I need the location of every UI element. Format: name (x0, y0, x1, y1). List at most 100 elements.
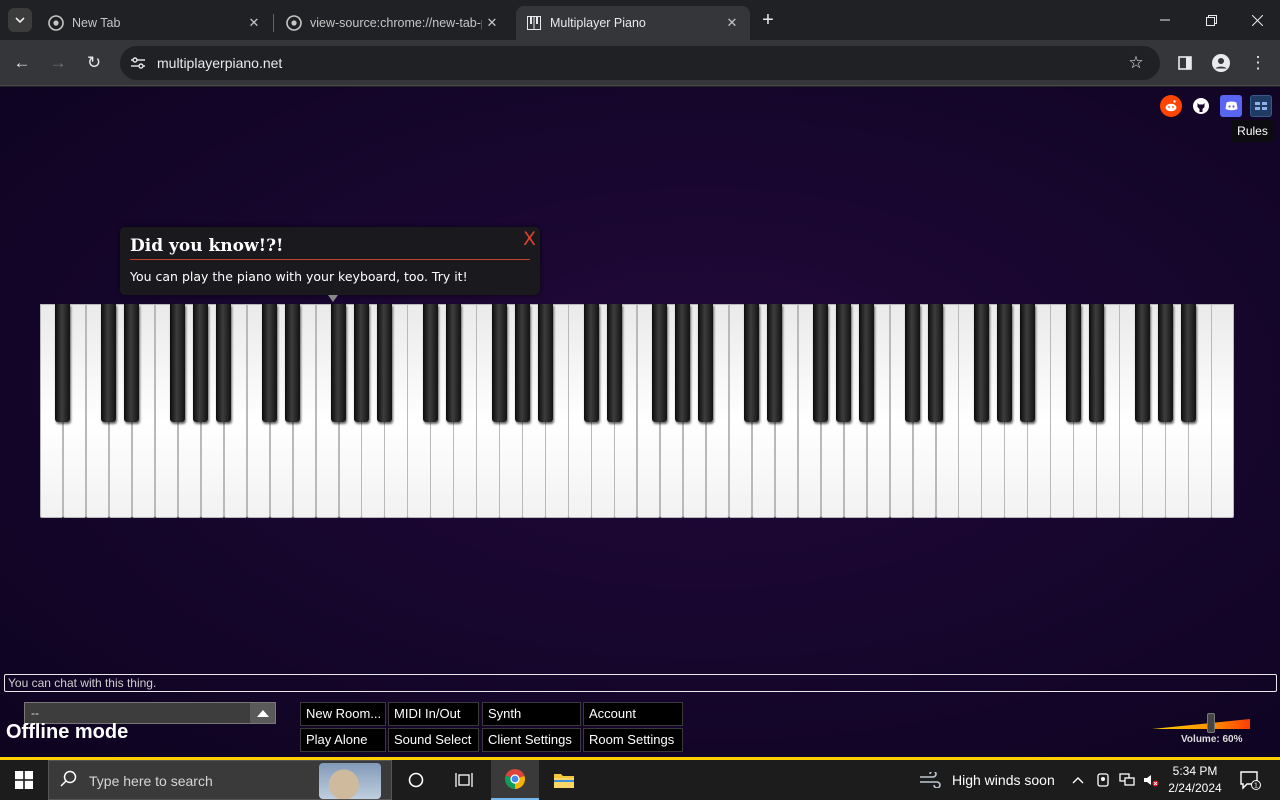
notification-icon[interactable]: 1 (1232, 760, 1268, 800)
black-key[interactable] (1180, 304, 1196, 422)
browser-toolbar: ← → ↻ multiplayerpiano.net ☆ ⋮ (0, 40, 1280, 86)
tab-new-tab[interactable]: New Tab ✕ (38, 6, 272, 40)
midi-button[interactable]: MIDI In/Out (388, 702, 479, 726)
white-key[interactable] (1211, 304, 1235, 518)
tab-close-icon[interactable]: ✕ (722, 13, 742, 33)
back-icon[interactable]: ← (8, 49, 36, 77)
black-key[interactable] (1088, 304, 1104, 422)
rules-button[interactable]: Rules (1231, 120, 1274, 142)
room-settings-button[interactable]: Room Settings (583, 728, 683, 752)
black-key[interactable] (767, 304, 783, 422)
reload-icon[interactable]: ↻ (80, 49, 108, 77)
tab-title: Multiplayer Piano (550, 16, 646, 30)
volume-muted-icon[interactable] (1140, 760, 1162, 800)
forward-icon[interactable]: → (44, 49, 72, 77)
black-key[interactable] (1134, 304, 1150, 422)
tab-multiplayer-piano[interactable]: Multiplayer Piano ✕ (516, 6, 750, 40)
black-key[interactable] (262, 304, 278, 422)
black-key[interactable] (928, 304, 943, 422)
meet-now-icon[interactable] (1092, 760, 1114, 800)
black-key[interactable] (216, 304, 232, 422)
black-key[interactable] (353, 304, 369, 422)
network-icon[interactable] (1115, 760, 1139, 800)
black-key[interactable] (1065, 304, 1081, 422)
task-view-icon[interactable] (440, 760, 488, 800)
black-key[interactable] (698, 304, 714, 422)
new-tab-button[interactable]: + (756, 8, 780, 32)
black-key[interactable] (675, 304, 691, 422)
tooltip-close-button[interactable]: X (523, 228, 536, 250)
bookmark-star-icon[interactable]: ☆ (1124, 51, 1148, 75)
tab-strip: New Tab ✕ view-source:chrome://new-tab-p… (0, 0, 1280, 40)
tab-close-icon[interactable]: ✕ (244, 13, 264, 33)
forum-icon[interactable] (1250, 95, 1272, 117)
file-explorer-icon[interactable] (540, 760, 588, 800)
black-key[interactable] (652, 304, 668, 422)
black-key[interactable] (422, 304, 438, 422)
cortana-icon[interactable] (392, 760, 440, 800)
black-key[interactable] (331, 304, 346, 422)
weather-wind-icon[interactable] (908, 760, 952, 800)
black-key[interactable] (1019, 304, 1035, 422)
weather-text[interactable]: High winds soon (952, 772, 1055, 788)
profile-icon[interactable] (1207, 49, 1235, 77)
side-panel-icon[interactable] (1171, 49, 1199, 77)
black-key[interactable] (859, 304, 875, 422)
menu-kebab-icon[interactable]: ⋮ (1244, 49, 1272, 77)
show-hidden-icons-chevron-up-icon[interactable] (1066, 760, 1090, 800)
volume-label: Volume: 60% (1181, 734, 1243, 745)
black-key[interactable] (744, 304, 760, 422)
black-key[interactable] (583, 304, 599, 422)
chevron-down-icon (15, 17, 25, 23)
black-key[interactable] (606, 304, 622, 422)
black-key[interactable] (193, 304, 209, 422)
chrome-taskbar-icon[interactable] (491, 760, 539, 800)
black-key[interactable] (55, 304, 71, 422)
close-window-icon[interactable] (1234, 0, 1280, 40)
new-room-button[interactable]: New Room... (300, 702, 386, 726)
play-alone-button[interactable]: Play Alone (300, 728, 386, 752)
black-key[interactable] (537, 304, 553, 422)
black-key[interactable] (124, 304, 140, 422)
black-key[interactable] (905, 304, 921, 422)
black-key[interactable] (285, 304, 301, 422)
black-key[interactable] (1157, 304, 1173, 422)
black-key[interactable] (836, 304, 852, 422)
tab-search-button[interactable] (8, 8, 32, 32)
volume-knob[interactable] (1206, 713, 1215, 733)
restore-icon[interactable] (1188, 0, 1234, 40)
site-info-icon[interactable] (128, 53, 148, 73)
black-key[interactable] (170, 304, 186, 422)
black-key[interactable] (813, 304, 829, 422)
discord-icon[interactable] (1220, 95, 1242, 117)
black-key[interactable] (445, 304, 461, 422)
black-key[interactable] (101, 304, 117, 422)
windows-taskbar: Type here to search High winds soon 5:34… (0, 760, 1280, 800)
reddit-icon[interactable] (1160, 95, 1182, 117)
chat-input[interactable]: You can chat with this thing. (4, 674, 1277, 692)
search-placeholder: Type here to search (89, 773, 213, 789)
expand-up-icon[interactable] (250, 703, 275, 723)
synth-button[interactable]: Synth (482, 702, 581, 726)
black-key[interactable] (973, 304, 989, 422)
chrome-icon (286, 15, 302, 31)
tab-close-icon[interactable]: ✕ (482, 13, 502, 33)
sound-select-button[interactable]: Sound Select (388, 728, 479, 752)
account-button[interactable]: Account (583, 702, 683, 726)
piano-keyboard[interactable] (40, 304, 1235, 518)
black-key[interactable] (376, 304, 392, 422)
client-settings-button[interactable]: Client Settings (482, 728, 581, 752)
minimize-icon[interactable] (1142, 0, 1188, 40)
tab-view-source[interactable]: view-source:chrome://new-tab-page/ ✕ (273, 6, 510, 40)
taskbar-clock[interactable]: 5:34 PM 2/24/2024 (1160, 763, 1230, 797)
tooltip-divider (130, 259, 530, 260)
black-key[interactable] (514, 304, 530, 422)
black-key[interactable] (491, 304, 507, 422)
black-key[interactable] (996, 304, 1012, 422)
address-bar[interactable]: multiplayerpiano.net ☆ (120, 46, 1160, 80)
github-icon[interactable] (1190, 95, 1212, 117)
taskbar-search-box[interactable]: Type here to search (48, 760, 392, 800)
notification-count: 1 (1254, 783, 1258, 790)
windows-start-icon[interactable] (0, 760, 48, 800)
volume-slider[interactable]: Volume: 60% (1152, 713, 1250, 745)
